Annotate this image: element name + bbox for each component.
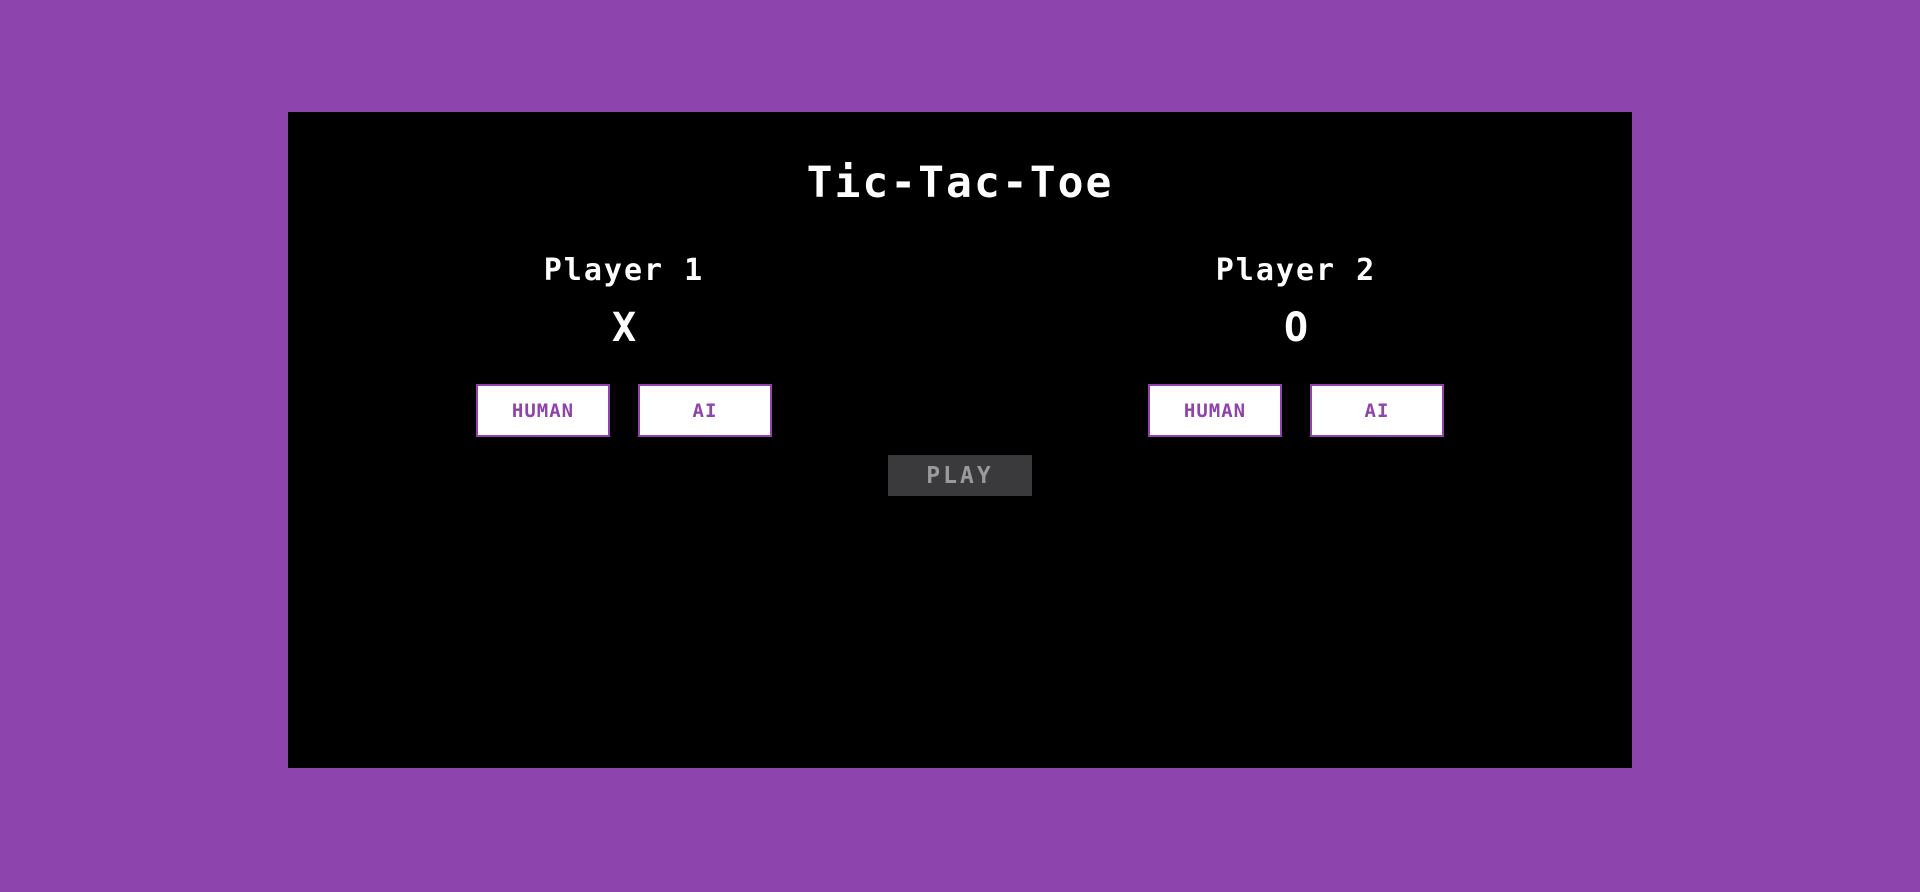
- player-1-mode-buttons: HUMAN AI: [476, 384, 772, 437]
- player-1-name: Player 1: [543, 253, 705, 288]
- player-2-ai-button[interactable]: AI: [1310, 384, 1444, 437]
- player-1-ai-button[interactable]: AI: [638, 384, 772, 437]
- game-board: Tic-Tac-Toe Player 1 X HUMAN AI Player 2…: [288, 112, 1632, 768]
- player-2-panel: Player 2 O HUMAN AI: [1148, 256, 1444, 437]
- player-1-symbol: X: [611, 305, 637, 351]
- player-2-name: Player 2: [1215, 253, 1377, 288]
- player-2-symbol: O: [1283, 305, 1309, 351]
- play-button[interactable]: PLAY: [888, 455, 1032, 496]
- page-background: { "game": { "title": "Tic-Tac-Toe" }, "p…: [0, 0, 1920, 892]
- player-1-human-button[interactable]: HUMAN: [476, 384, 610, 437]
- player-2-mode-buttons: HUMAN AI: [1148, 384, 1444, 437]
- player-1-panel: Player 1 X HUMAN AI: [476, 256, 772, 437]
- game-title: Tic-Tac-Toe: [806, 158, 1114, 208]
- player-2-human-button[interactable]: HUMAN: [1148, 384, 1282, 437]
